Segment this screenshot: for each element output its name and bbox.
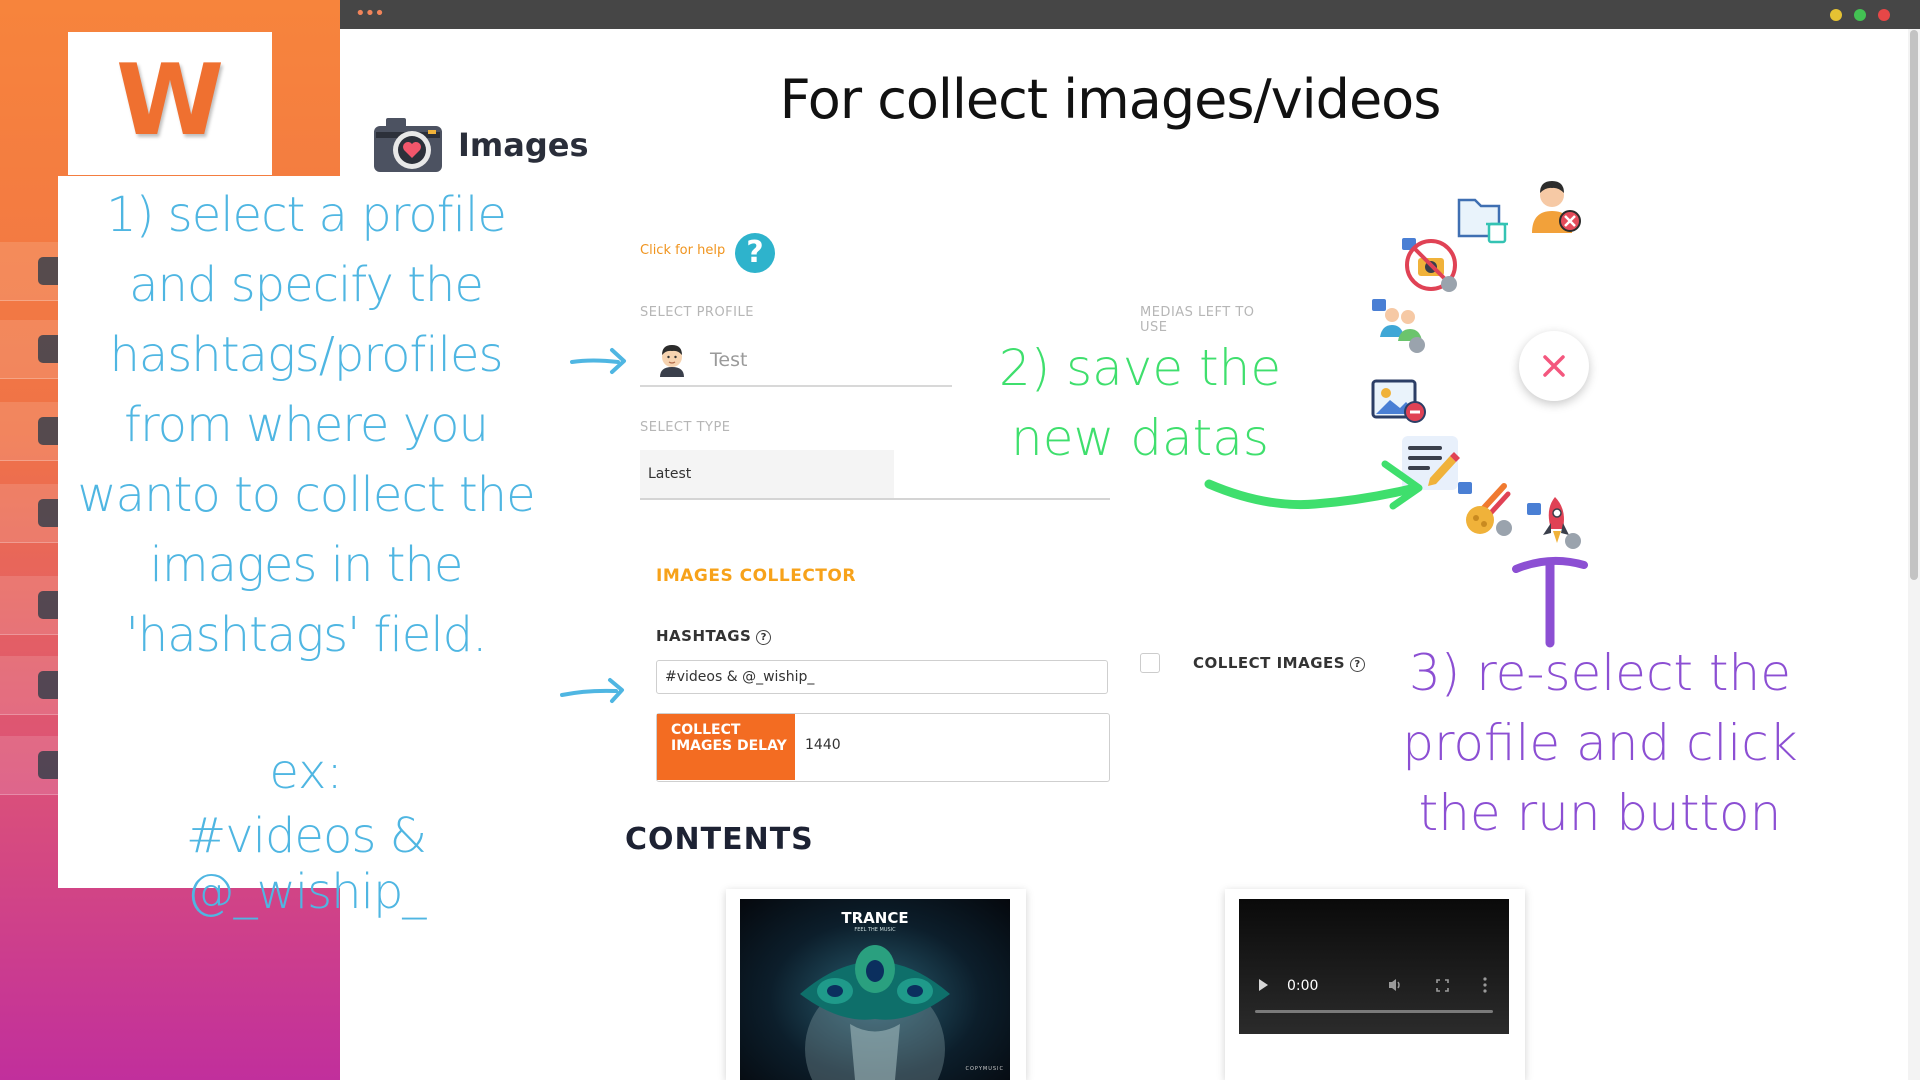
collect-images-delay-label: COLLECT IMAGES DELAY xyxy=(657,714,795,780)
collect-images-checkbox[interactable] xyxy=(1140,653,1160,673)
annotation-arrow-save xyxy=(1204,460,1423,510)
thumbnail-subtitle: FEEL THE MUSIC xyxy=(854,927,896,933)
camera-heart-icon xyxy=(374,118,442,172)
select-type-label: SELECT TYPE xyxy=(640,420,731,435)
collect-images-label-text: COLLECT IMAGES xyxy=(1193,654,1346,672)
hashtags-input[interactable] xyxy=(656,660,1108,694)
annotation-arrow-run xyxy=(1512,556,1588,648)
page-title: For collect images/videos xyxy=(779,68,1442,131)
play-icon[interactable] xyxy=(1259,979,1268,991)
close-fab-button[interactable] xyxy=(1519,331,1589,401)
scrollbar-thumb[interactable] xyxy=(1910,30,1918,580)
media-card[interactable]: TRANCE FEEL THE MUSIC COPYMUSIC xyxy=(726,889,1026,1080)
window-titlebar: ••• xyxy=(340,0,1920,29)
annotation-example-value: #videos & @_wiship_ xyxy=(185,808,427,920)
help-link[interactable]: Click for help xyxy=(640,243,725,258)
annotation-example-label: ex: xyxy=(269,744,343,800)
annotation-arrow-profile xyxy=(570,348,626,374)
contents-title: CONTENTS xyxy=(625,822,814,857)
profile-avatar-icon xyxy=(660,345,684,377)
maximize-button[interactable] xyxy=(1854,9,1866,21)
video-player[interactable]: 0:00 xyxy=(1239,899,1509,1034)
collect-images-delay-input[interactable] xyxy=(803,736,1087,754)
hashtags-help-icon[interactable]: ? xyxy=(756,630,772,645)
profile-select[interactable]: Test xyxy=(640,333,952,387)
collect-images-delay-field: COLLECT IMAGES DELAY xyxy=(656,713,1110,782)
help-button[interactable]: ? xyxy=(735,233,775,273)
remove-user-icon[interactable] xyxy=(1528,175,1584,235)
video-more-icon[interactable] xyxy=(1483,977,1487,993)
medias-left-label: MEDIAS LEFT TO USE xyxy=(1140,305,1255,333)
video-progress-bar[interactable] xyxy=(1255,1010,1493,1013)
close-icon xyxy=(1543,355,1565,377)
profile-value: Test xyxy=(710,349,748,371)
fullscreen-icon[interactable] xyxy=(1436,979,1449,992)
media-card[interactable]: 0:00 xyxy=(1225,889,1525,1080)
annotation-arrow-hashtags xyxy=(560,678,624,703)
meteor-media-icon[interactable] xyxy=(1456,480,1516,538)
thumbnail-title: TRANCE xyxy=(841,909,909,927)
group-media-icon[interactable] xyxy=(1370,297,1428,355)
video-time: 0:00 xyxy=(1287,978,1319,994)
section-title: Images xyxy=(458,126,589,164)
window-menu-dots[interactable]: ••• xyxy=(355,4,385,24)
images-collector-title: IMAGES COLLECTOR xyxy=(656,566,856,586)
close-window-button[interactable] xyxy=(1878,9,1890,21)
no-camera-icon[interactable] xyxy=(1400,234,1460,294)
collect-images-help-icon[interactable]: ? xyxy=(1350,657,1366,672)
annotation-step3: 3) re-select the profile and click the r… xyxy=(1402,644,1798,842)
delete-folder-icon[interactable] xyxy=(1455,192,1513,250)
collect-images-label: COLLECT IMAGES? xyxy=(1193,654,1366,672)
logo-letter: W xyxy=(115,44,225,158)
select-profile-label: SELECT PROFILE xyxy=(640,305,754,320)
media-thumbnail[interactable]: TRANCE FEEL THE MUSIC COPYMUSIC xyxy=(740,899,1010,1080)
hashtags-label: HASHTAGS? xyxy=(656,627,772,645)
app-logo[interactable]: W xyxy=(68,32,272,175)
rocket-media-icon[interactable] xyxy=(1525,493,1585,551)
thumbnail-brand: COPYMUSIC xyxy=(965,1066,1004,1072)
hashtags-label-text: HASHTAGS xyxy=(656,627,752,645)
annotation-step2: 2) save the new datas xyxy=(998,339,1282,467)
annotation-step1: 1) select a profile and specify the hash… xyxy=(77,187,535,663)
minimize-button[interactable] xyxy=(1830,9,1842,21)
volume-icon[interactable] xyxy=(1387,977,1403,993)
type-value: Latest xyxy=(648,466,692,482)
remove-image-icon[interactable] xyxy=(1370,378,1428,424)
